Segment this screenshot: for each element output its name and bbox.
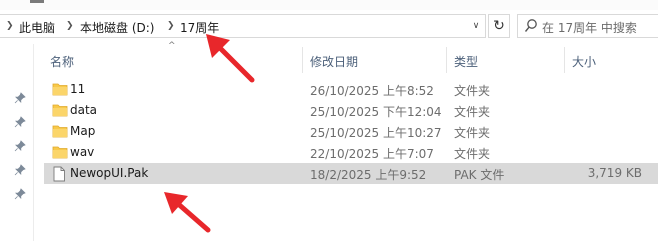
pin-icon[interactable]	[14, 92, 26, 104]
sort-ascending-icon: ^	[168, 41, 176, 51]
column-header-row: 名称 修改日期 类型 大小	[34, 44, 658, 74]
breadcrumb-this-pc[interactable]: 此电脑	[19, 19, 55, 36]
breadcrumb-separator-icon: ❯	[66, 21, 74, 31]
file-row[interactable]: Map 25/10/2025 上午10:27 文件夹	[44, 121, 658, 142]
column-divider[interactable]	[446, 47, 447, 73]
folder-icon	[52, 125, 68, 138]
folder-icon	[52, 104, 68, 117]
annotation-arrow-icon	[206, 34, 255, 83]
address-history-chevron-down-icon[interactable]: ∨	[467, 15, 485, 37]
file-type: 文件夹	[454, 147, 491, 161]
file-row[interactable]: 11 26/10/2025 上午8:52 文件夹	[44, 79, 658, 100]
file-modified: 25/10/2025 下午12:04	[310, 105, 442, 119]
file-modified: 18/2/2025 上午9:52	[310, 168, 427, 182]
file-type: 文件夹	[454, 126, 491, 140]
file-size: 3,719 KB	[587, 166, 642, 180]
refresh-button[interactable]: ↻	[488, 14, 510, 38]
column-divider[interactable]	[564, 47, 565, 73]
column-header-name[interactable]: 名称	[50, 53, 74, 70]
file-type: 文件夹	[454, 105, 491, 119]
pin-icon[interactable]	[14, 188, 26, 200]
file-row[interactable]: data 25/10/2025 下午12:04 文件夹	[44, 100, 658, 121]
navigation-pane	[0, 44, 34, 241]
title-strip-mark	[30, 0, 44, 3]
file-type: PAK 文件	[454, 168, 505, 182]
breadcrumb-separator-icon: ❯	[167, 21, 175, 31]
title-strip	[0, 0, 658, 10]
breadcrumb-separator-icon: ❯	[6, 21, 14, 31]
pin-icon[interactable]	[14, 116, 26, 128]
folder-icon	[52, 146, 68, 159]
file-name: NewopUI.Pak	[70, 166, 149, 180]
annotation-arrow-icon	[164, 192, 211, 233]
column-header-type[interactable]: 类型	[454, 53, 478, 70]
folder-icon	[52, 83, 68, 96]
column-header-size[interactable]: 大小	[572, 53, 596, 70]
column-divider[interactable]	[302, 47, 303, 73]
file-modified: 22/10/2025 上午7:07	[310, 147, 434, 161]
pin-icon[interactable]	[14, 164, 26, 176]
file-name: 11	[70, 82, 86, 96]
file-row-selected[interactable]: NewopUI.Pak 18/2/2025 上午9:52 PAK 文件 3,71…	[44, 163, 658, 184]
file-type: 文件夹	[454, 84, 491, 98]
file-name: wav	[70, 145, 95, 159]
search-icon	[524, 19, 537, 32]
search-box[interactable]: 在 17周年 中搜索	[517, 14, 658, 38]
column-header-modified[interactable]: 修改日期	[310, 53, 358, 70]
refresh-icon: ↻	[493, 18, 505, 34]
search-placeholder: 在 17周年 中搜索	[542, 21, 637, 35]
file-modified: 26/10/2025 上午8:52	[310, 84, 434, 98]
file-modified: 25/10/2025 上午10:27	[310, 126, 442, 140]
file-name: Map	[70, 124, 96, 138]
file-row[interactable]: wav 22/10/2025 上午7:07 文件夹	[44, 142, 658, 163]
file-name: data	[70, 103, 98, 117]
breadcrumb-drive-d[interactable]: 本地磁盘 (D:)	[80, 19, 154, 36]
pin-icon[interactable]	[14, 140, 26, 152]
file-icon	[53, 166, 65, 182]
